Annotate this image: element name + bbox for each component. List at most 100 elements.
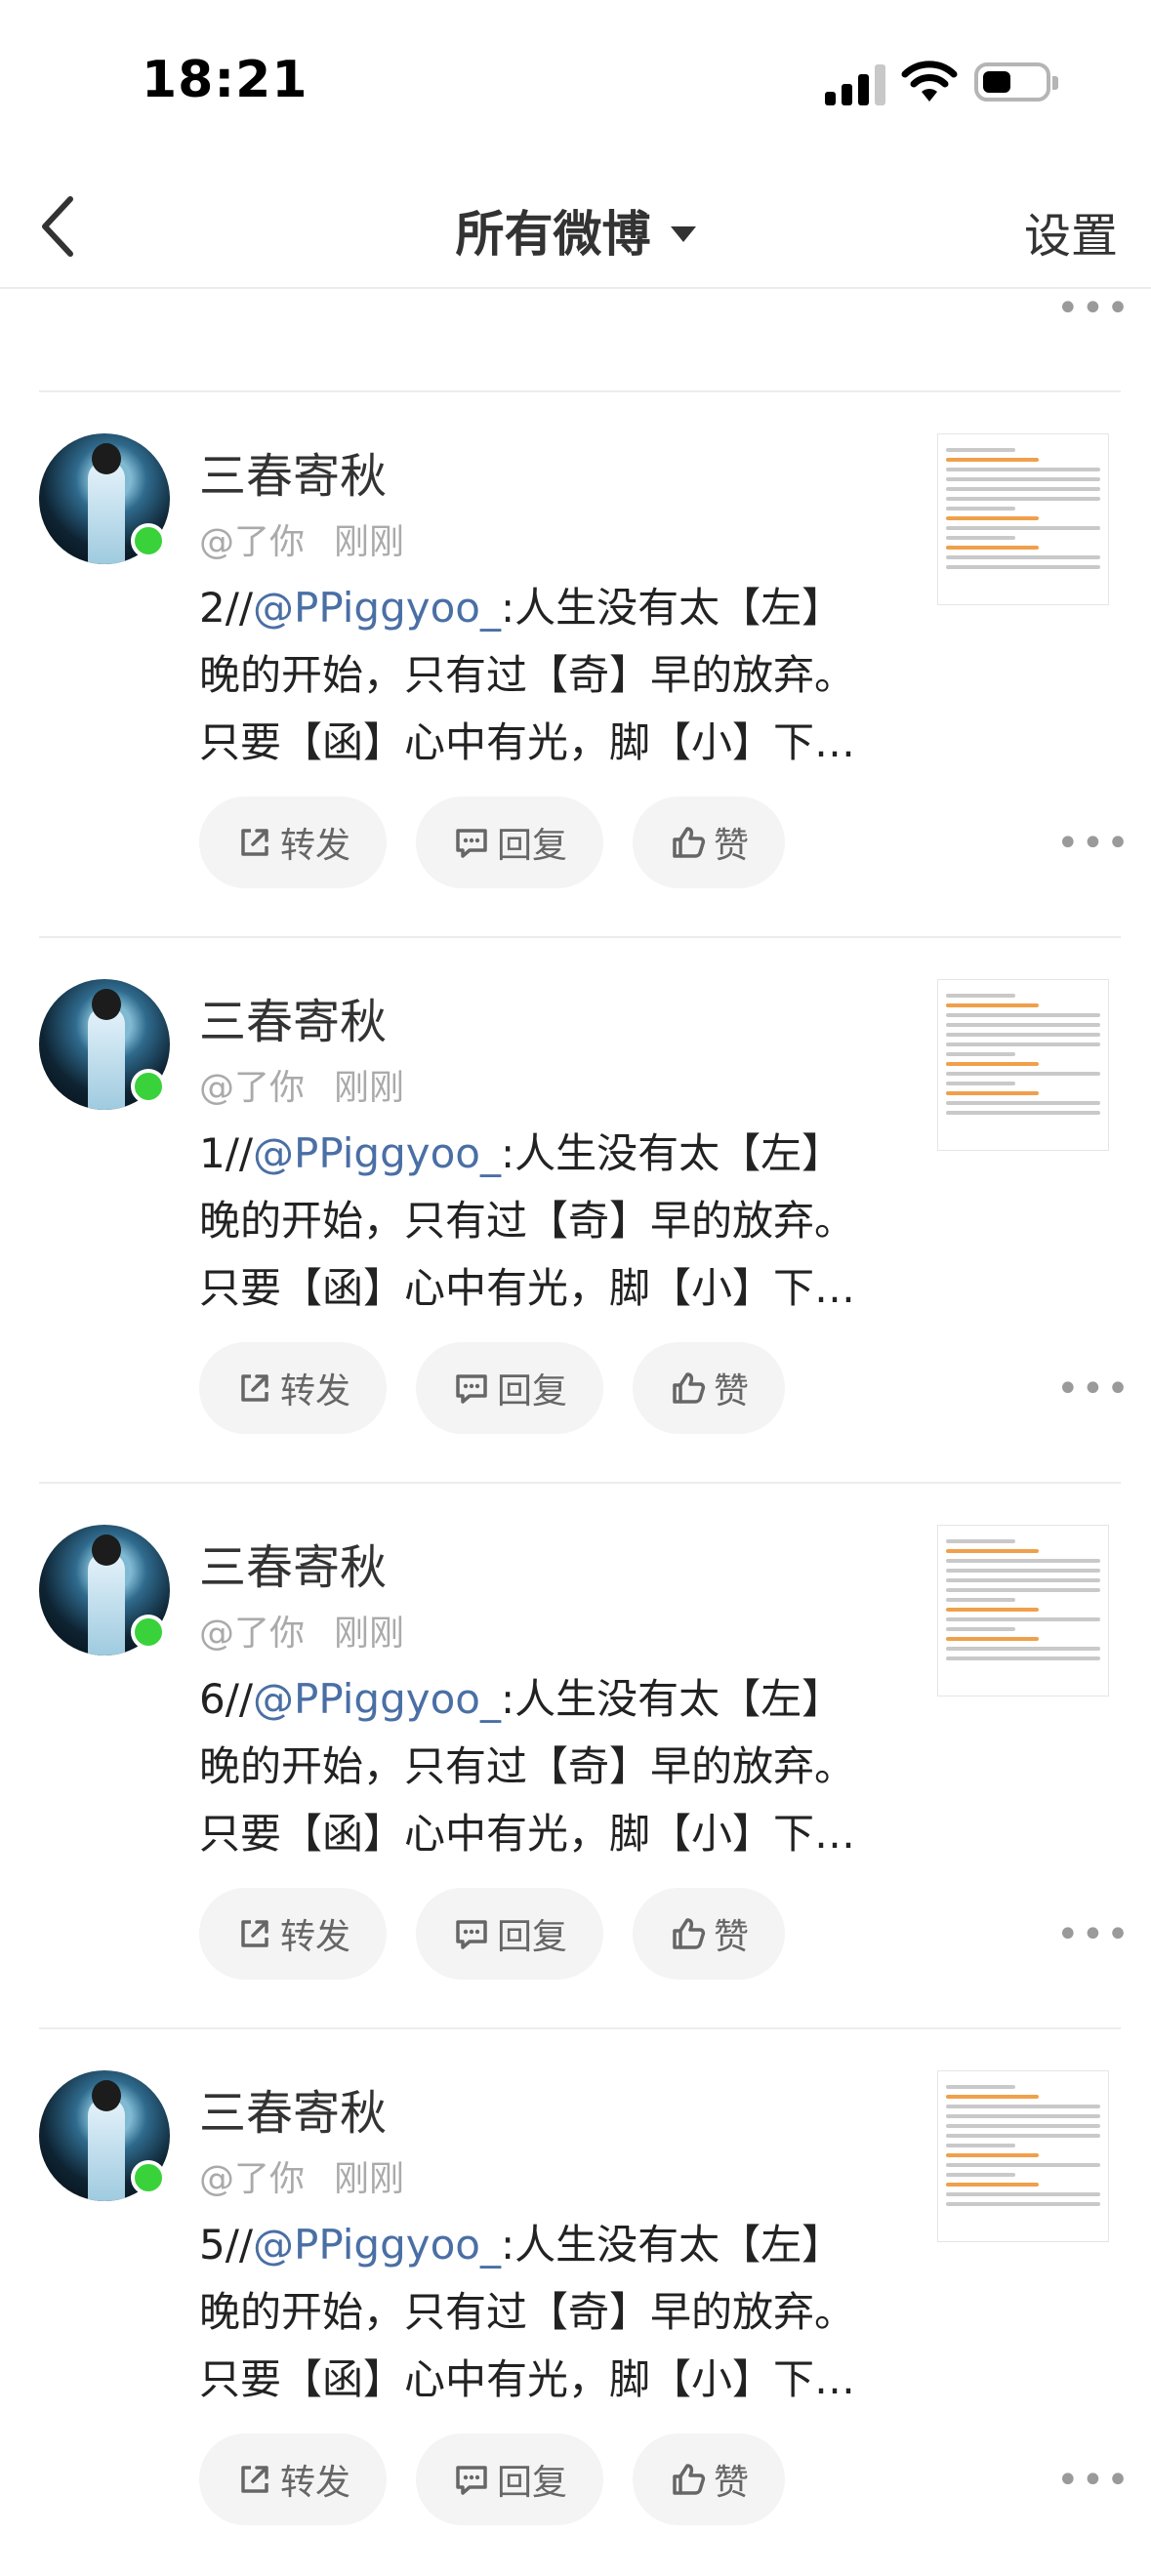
post-content[interactable]: 5//@PPiggyoo_:人生没有太【左】 晚的开始，只有过【奇】早的放弃。 …	[199, 2211, 863, 2413]
post-meta: @了你 刚刚	[199, 513, 404, 564]
share-label: 转发	[279, 1917, 350, 1957]
weibo-post[interactable]: 三春寄秋 @了你 刚刚 2//@PPiggyoo_:人生没有太【左】 晚的开始，只…	[0, 392, 1151, 939]
mention-link[interactable]: @PPiggyoo_	[253, 1675, 501, 1723]
share-icon	[241, 1920, 268, 1947]
online-status-dot	[131, 1069, 166, 1104]
reply-label: 回复	[496, 1917, 567, 1957]
post-content[interactable]: 6//@PPiggyoo_:人生没有太【左】 晚的开始，只有过【奇】早的放弃。 …	[199, 1665, 863, 1867]
post-time: 刚刚	[334, 522, 405, 562]
mention-link[interactable]: @PPiggyoo_	[253, 584, 501, 632]
post-source: @了你	[199, 1068, 306, 1108]
comment-icon	[456, 1920, 487, 1949]
post-line-1: 6//@PPiggyoo_:人生没有太【左】	[199, 1665, 863, 1733]
post-image-thumbnail[interactable]	[937, 433, 1109, 605]
more-icon[interactable]: •••	[1056, 1915, 1131, 1954]
share-icon	[241, 829, 268, 856]
caret-down-icon	[670, 225, 696, 242]
post-line-3: 只要【函】心中有光，脚【小】下…	[199, 1264, 856, 1312]
share-button[interactable]: 转发	[199, 1342, 387, 1434]
weibo-post[interactable]: 三春寄秋 @了你 刚刚 6//@PPiggyoo_:人生没有太【左】 晚的开始，只…	[0, 1484, 1151, 2030]
more-icon[interactable]: •••	[1056, 1370, 1131, 1409]
reply-label: 回复	[496, 1371, 567, 1411]
post-prefix: 2//	[199, 584, 254, 632]
share-button[interactable]: 转发	[199, 797, 387, 888]
post-line-1: 2//@PPiggyoo_:人生没有太【左】	[199, 574, 863, 641]
post-line-1: 5//@PPiggyoo_:人生没有太【左】	[199, 2211, 863, 2278]
post-prefix: 5//	[199, 2221, 254, 2269]
post-line-2: 晚的开始，只有过【奇】早的放弃。	[199, 651, 856, 699]
post-content[interactable]: 1//@PPiggyoo_:人生没有太【左】 晚的开始，只有过【奇】早的放弃。 …	[199, 1120, 863, 1322]
post-meta: @了你 刚刚	[199, 2150, 404, 2201]
status-time: 18:21	[142, 51, 308, 109]
reply-button[interactable]: 回复	[416, 1888, 603, 1980]
thumbs-up-icon	[673, 827, 706, 858]
post-image-thumbnail[interactable]	[937, 2070, 1109, 2242]
post-time: 刚刚	[334, 2159, 405, 2199]
mention-link[interactable]: @PPiggyoo_	[253, 2221, 501, 2269]
like-label: 赞	[713, 1917, 749, 1957]
reply-button[interactable]: 回复	[416, 2433, 603, 2525]
like-button[interactable]: 赞	[633, 2433, 785, 2525]
post-prefix: 1//	[199, 1129, 254, 1177]
post-prefix: 6//	[199, 1675, 254, 1723]
weibo-post[interactable]: 三春寄秋 @了你 刚刚 1//@PPiggyoo_:人生没有太【左】 晚的开始，只…	[0, 938, 1151, 1485]
more-icon[interactable]: •••	[1056, 824, 1131, 863]
comment-icon	[456, 829, 487, 858]
user-name[interactable]: 三春寄秋	[199, 437, 387, 506]
reply-button[interactable]: 回复	[416, 797, 603, 888]
post-image-thumbnail[interactable]	[937, 1525, 1109, 1697]
online-status-dot	[131, 523, 166, 558]
post-source: @了你	[199, 1614, 306, 1654]
like-button[interactable]: 赞	[633, 797, 785, 888]
user-name[interactable]: 三春寄秋	[199, 983, 387, 1051]
share-icon	[241, 1374, 268, 1402]
post-line-2: 晚的开始，只有过【奇】早的放弃。	[199, 1197, 856, 1245]
post-image-thumbnail[interactable]	[937, 979, 1109, 1151]
post-text: :人生没有太【左】	[501, 1129, 843, 1177]
thumbs-up-icon	[673, 1372, 706, 1404]
online-status-dot	[131, 2160, 166, 2195]
feed-filter-dropdown[interactable]: 所有微博	[0, 195, 1151, 266]
thumbs-up-icon	[673, 1918, 706, 1949]
thumbs-up-icon	[673, 2464, 706, 2495]
user-name[interactable]: 三春寄秋	[199, 2074, 387, 2143]
wifi-icon	[901, 61, 958, 102]
post-source: @了你	[199, 2159, 306, 2199]
post-source: @了你	[199, 522, 306, 562]
post-line-1: 1//@PPiggyoo_:人生没有太【左】	[199, 1120, 863, 1187]
more-icon[interactable]: •••	[1056, 2461, 1131, 2500]
post-content[interactable]: 2//@PPiggyoo_:人生没有太【左】 晚的开始，只有过【奇】早的放弃。 …	[199, 574, 863, 776]
like-label: 赞	[713, 1371, 749, 1411]
post-line-3: 只要【函】心中有光，脚【小】下…	[199, 718, 856, 766]
post-time: 刚刚	[334, 1614, 405, 1654]
share-button[interactable]: 转发	[199, 2433, 387, 2525]
reply-button[interactable]: 回复	[416, 1342, 603, 1434]
battery-tip	[1052, 76, 1058, 90]
post-text: :人生没有太【左】	[501, 1675, 843, 1723]
nav-bar: 所有微博 设置	[0, 166, 1151, 289]
post-line-2: 晚的开始，只有过【奇】早的放弃。	[199, 1742, 856, 1790]
reply-label: 回复	[496, 2463, 567, 2503]
post-line-2: 晚的开始，只有过【奇】早的放弃。	[199, 2288, 856, 2336]
reply-label: 回复	[496, 826, 567, 866]
cellular-signal-icon	[825, 61, 885, 105]
like-button[interactable]: 赞	[633, 1342, 785, 1434]
post-meta: @了你 刚刚	[199, 1605, 404, 1656]
share-button[interactable]: 转发	[199, 1888, 387, 1980]
post-line-3: 只要【函】心中有光，脚【小】下…	[199, 1810, 856, 1858]
settings-button[interactable]: 设置	[1024, 197, 1118, 266]
status-bar: 18:21	[0, 0, 1151, 166]
user-name[interactable]: 三春寄秋	[199, 1529, 387, 1597]
like-button[interactable]: 赞	[633, 1888, 785, 1980]
weibo-post[interactable]: 三春寄秋 @了你 刚刚 5//@PPiggyoo_:人生没有太【左】 晚的开始，只…	[0, 2029, 1151, 2576]
share-icon	[241, 2466, 268, 2493]
more-icon[interactable]: •••	[1056, 289, 1131, 328]
share-label: 转发	[279, 2463, 350, 2503]
like-label: 赞	[713, 826, 749, 866]
post-line-3: 只要【函】心中有光，脚【小】下…	[199, 2355, 856, 2403]
post-text: :人生没有太【左】	[501, 2221, 843, 2269]
mention-link[interactable]: @PPiggyoo_	[253, 1129, 501, 1177]
page-title: 所有微博	[455, 206, 651, 263]
post-meta: @了你 刚刚	[199, 1059, 404, 1110]
online-status-dot	[131, 1615, 166, 1650]
